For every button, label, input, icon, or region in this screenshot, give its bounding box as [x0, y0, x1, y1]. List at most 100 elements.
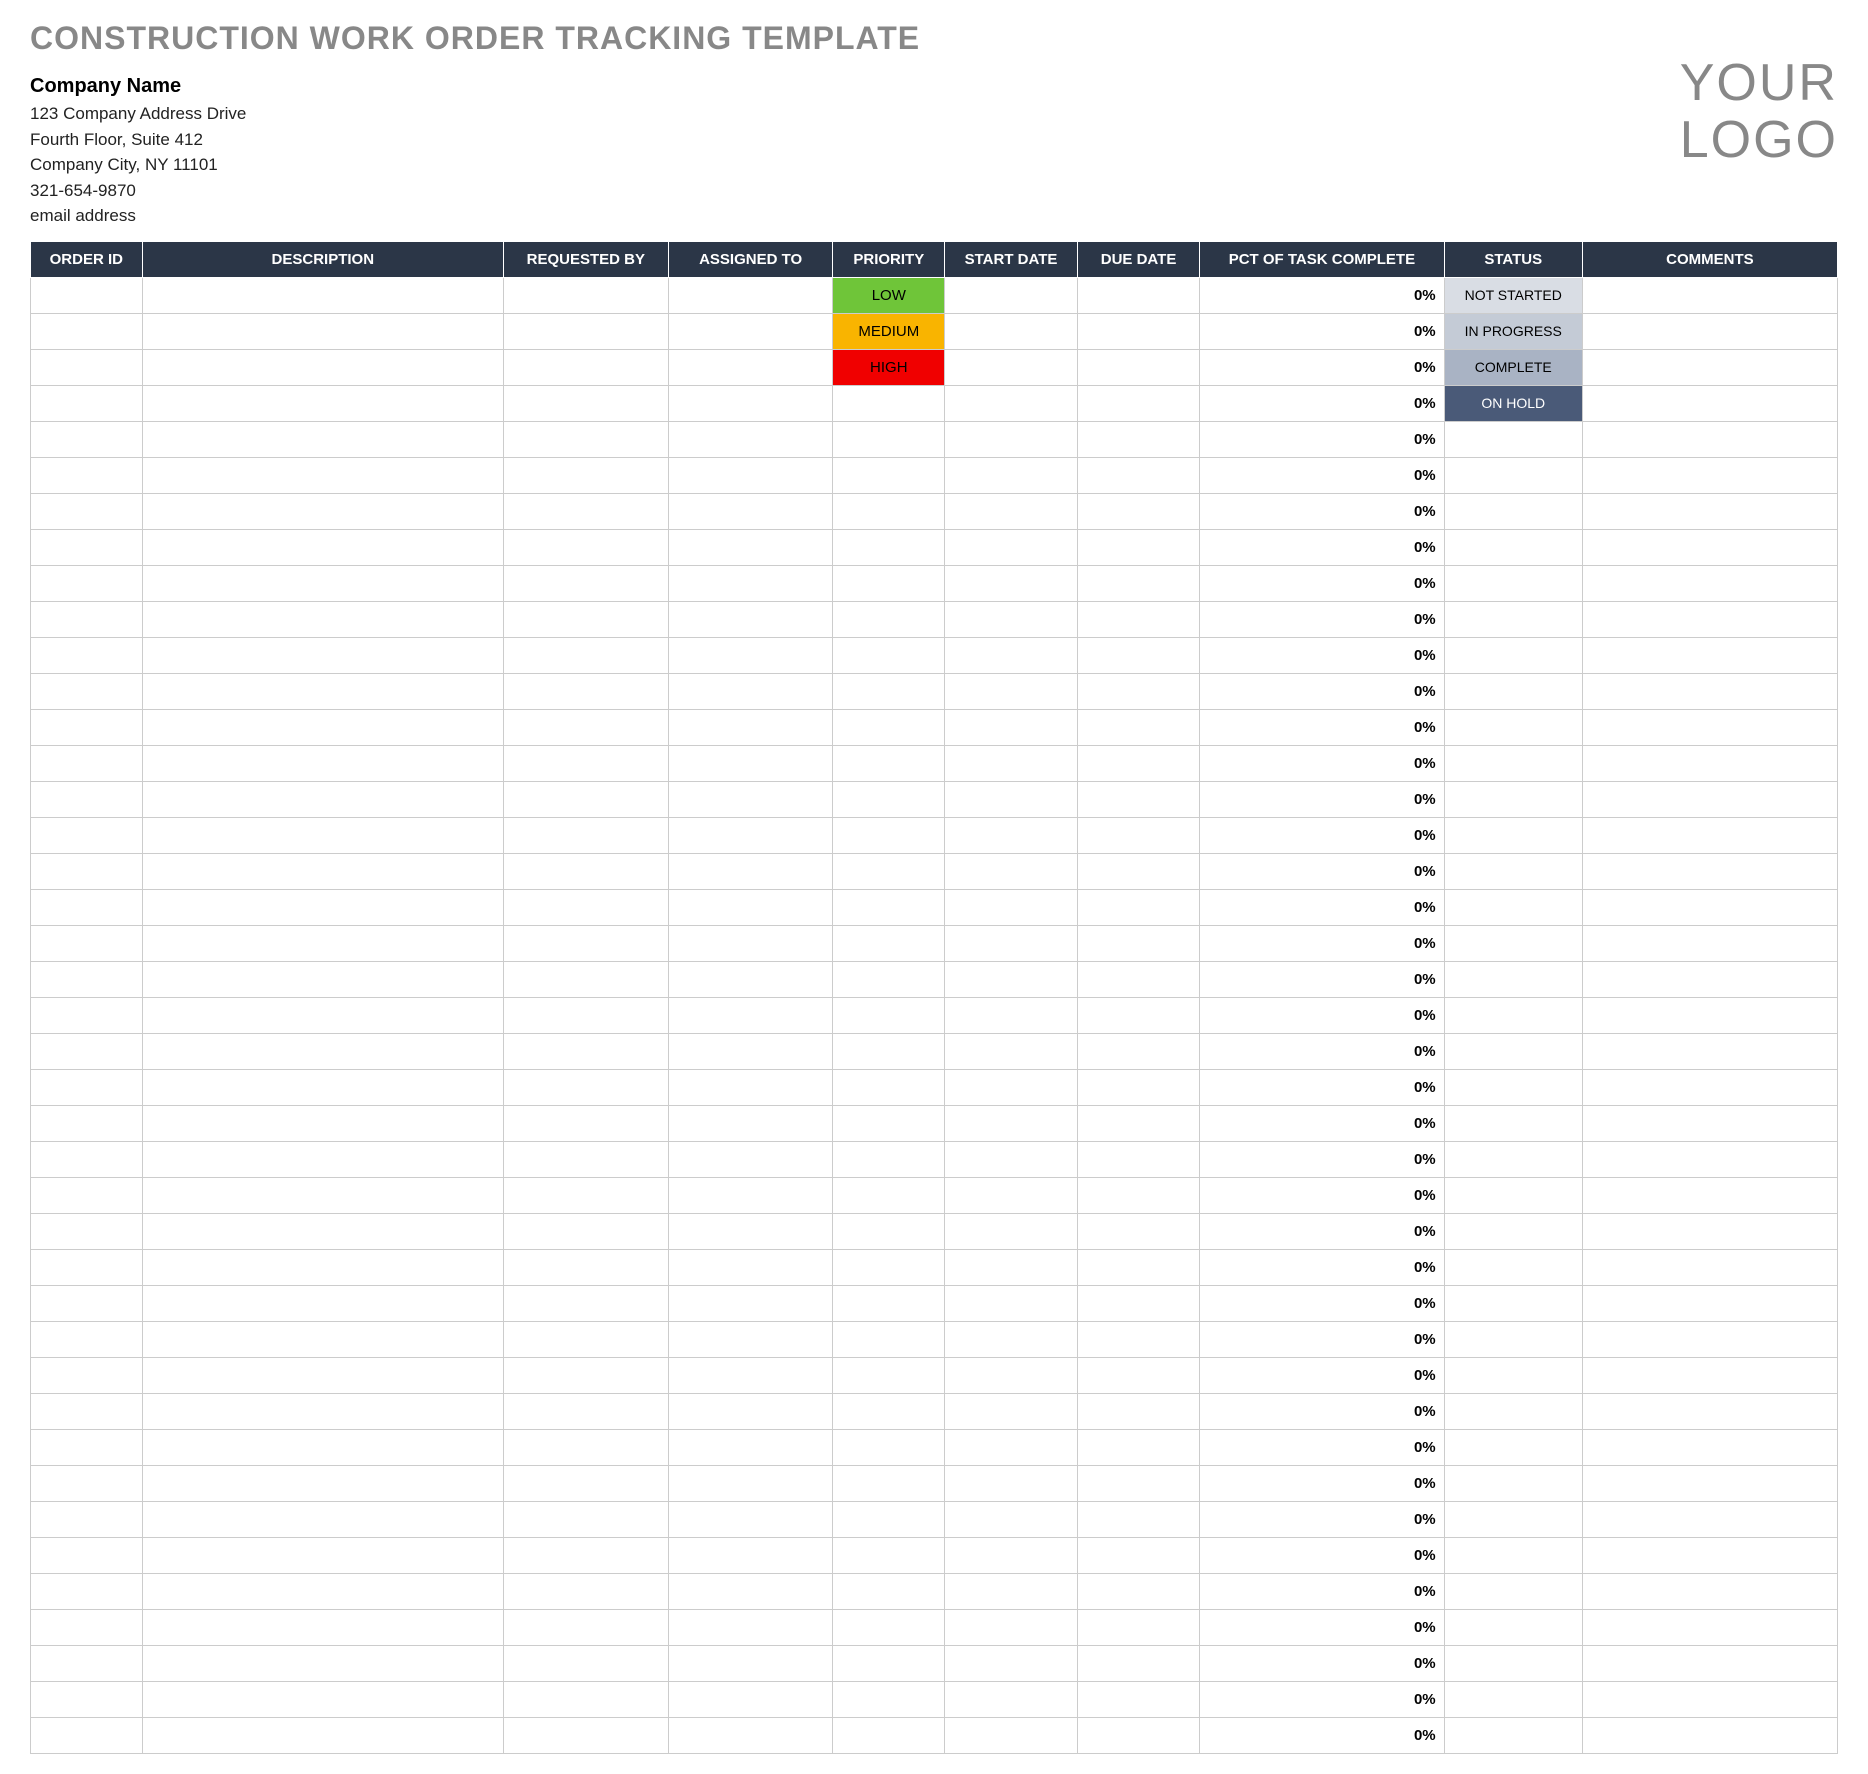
cell-comments[interactable]	[1582, 529, 1837, 565]
cell-assigned-to[interactable]	[668, 745, 833, 781]
cell-comments[interactable]	[1582, 925, 1837, 961]
cell-order-id[interactable]	[31, 421, 143, 457]
cell-assigned-to[interactable]	[668, 1213, 833, 1249]
cell-status[interactable]	[1444, 529, 1582, 565]
cell-requested-by[interactable]	[503, 1645, 668, 1681]
cell-start-date[interactable]	[945, 529, 1078, 565]
cell-requested-by[interactable]	[503, 709, 668, 745]
cell-requested-by[interactable]	[503, 817, 668, 853]
cell-pct-complete[interactable]: 0%	[1200, 1249, 1444, 1285]
cell-requested-by[interactable]	[503, 745, 668, 781]
cell-due-date[interactable]	[1077, 997, 1199, 1033]
cell-status[interactable]	[1444, 493, 1582, 529]
header-description[interactable]: DESCRIPTION	[142, 241, 503, 277]
cell-comments[interactable]	[1582, 709, 1837, 745]
cell-description[interactable]	[142, 385, 503, 421]
cell-start-date[interactable]	[945, 1537, 1078, 1573]
cell-order-id[interactable]	[31, 565, 143, 601]
cell-pct-complete[interactable]: 0%	[1200, 313, 1444, 349]
cell-assigned-to[interactable]	[668, 817, 833, 853]
cell-start-date[interactable]	[945, 277, 1078, 313]
cell-start-date[interactable]	[945, 1609, 1078, 1645]
cell-pct-complete[interactable]: 0%	[1200, 709, 1444, 745]
cell-start-date[interactable]	[945, 1213, 1078, 1249]
header-status[interactable]: STATUS	[1444, 241, 1582, 277]
cell-start-date[interactable]	[945, 961, 1078, 997]
cell-requested-by[interactable]	[503, 493, 668, 529]
cell-status[interactable]	[1444, 1213, 1582, 1249]
cell-requested-by[interactable]	[503, 421, 668, 457]
cell-due-date[interactable]	[1077, 817, 1199, 853]
cell-pct-complete[interactable]: 0%	[1200, 1465, 1444, 1501]
cell-assigned-to[interactable]	[668, 385, 833, 421]
cell-due-date[interactable]	[1077, 421, 1199, 457]
cell-comments[interactable]	[1582, 1717, 1837, 1753]
cell-priority[interactable]	[833, 1429, 945, 1465]
cell-due-date[interactable]	[1077, 1249, 1199, 1285]
cell-due-date[interactable]	[1077, 1609, 1199, 1645]
cell-order-id[interactable]	[31, 1033, 143, 1069]
cell-due-date[interactable]	[1077, 1645, 1199, 1681]
cell-status[interactable]	[1444, 1429, 1582, 1465]
cell-status[interactable]	[1444, 1501, 1582, 1537]
cell-priority[interactable]	[833, 1501, 945, 1537]
cell-priority[interactable]	[833, 601, 945, 637]
cell-requested-by[interactable]	[503, 853, 668, 889]
cell-requested-by[interactable]	[503, 349, 668, 385]
cell-order-id[interactable]	[31, 1429, 143, 1465]
cell-order-id[interactable]	[31, 313, 143, 349]
cell-comments[interactable]	[1582, 565, 1837, 601]
cell-description[interactable]	[142, 565, 503, 601]
cell-status[interactable]	[1444, 817, 1582, 853]
cell-due-date[interactable]	[1077, 565, 1199, 601]
cell-comments[interactable]	[1582, 853, 1837, 889]
cell-description[interactable]	[142, 997, 503, 1033]
cell-priority[interactable]	[833, 1141, 945, 1177]
cell-assigned-to[interactable]	[668, 1537, 833, 1573]
cell-comments[interactable]	[1582, 277, 1837, 313]
cell-description[interactable]	[142, 1213, 503, 1249]
cell-status[interactable]	[1444, 1033, 1582, 1069]
cell-status[interactable]	[1444, 601, 1582, 637]
cell-comments[interactable]	[1582, 493, 1837, 529]
cell-status[interactable]	[1444, 1537, 1582, 1573]
cell-order-id[interactable]	[31, 1285, 143, 1321]
cell-description[interactable]	[142, 817, 503, 853]
cell-assigned-to[interactable]	[668, 673, 833, 709]
cell-start-date[interactable]	[945, 781, 1078, 817]
cell-assigned-to[interactable]	[668, 1357, 833, 1393]
cell-requested-by[interactable]	[503, 457, 668, 493]
cell-start-date[interactable]	[945, 637, 1078, 673]
cell-description[interactable]	[142, 493, 503, 529]
cell-due-date[interactable]	[1077, 709, 1199, 745]
cell-description[interactable]	[142, 1285, 503, 1321]
cell-pct-complete[interactable]: 0%	[1200, 421, 1444, 457]
cell-requested-by[interactable]	[503, 1177, 668, 1213]
cell-requested-by[interactable]	[503, 1141, 668, 1177]
cell-requested-by[interactable]	[503, 637, 668, 673]
cell-start-date[interactable]	[945, 889, 1078, 925]
cell-requested-by[interactable]	[503, 1285, 668, 1321]
cell-status[interactable]	[1444, 1609, 1582, 1645]
cell-comments[interactable]	[1582, 1357, 1837, 1393]
cell-due-date[interactable]	[1077, 1177, 1199, 1213]
cell-priority[interactable]	[833, 1609, 945, 1645]
cell-assigned-to[interactable]	[668, 1321, 833, 1357]
cell-assigned-to[interactable]	[668, 349, 833, 385]
cell-description[interactable]	[142, 529, 503, 565]
cell-due-date[interactable]	[1077, 1717, 1199, 1753]
cell-order-id[interactable]	[31, 1141, 143, 1177]
cell-order-id[interactable]	[31, 1645, 143, 1681]
cell-pct-complete[interactable]: 0%	[1200, 1285, 1444, 1321]
cell-priority[interactable]	[833, 1033, 945, 1069]
cell-pct-complete[interactable]: 0%	[1200, 1213, 1444, 1249]
cell-description[interactable]	[142, 1465, 503, 1501]
cell-order-id[interactable]	[31, 637, 143, 673]
cell-order-id[interactable]	[31, 385, 143, 421]
cell-priority[interactable]	[833, 1681, 945, 1717]
cell-start-date[interactable]	[945, 601, 1078, 637]
cell-due-date[interactable]	[1077, 1141, 1199, 1177]
cell-requested-by[interactable]	[503, 1249, 668, 1285]
cell-order-id[interactable]	[31, 1249, 143, 1285]
cell-start-date[interactable]	[945, 1465, 1078, 1501]
